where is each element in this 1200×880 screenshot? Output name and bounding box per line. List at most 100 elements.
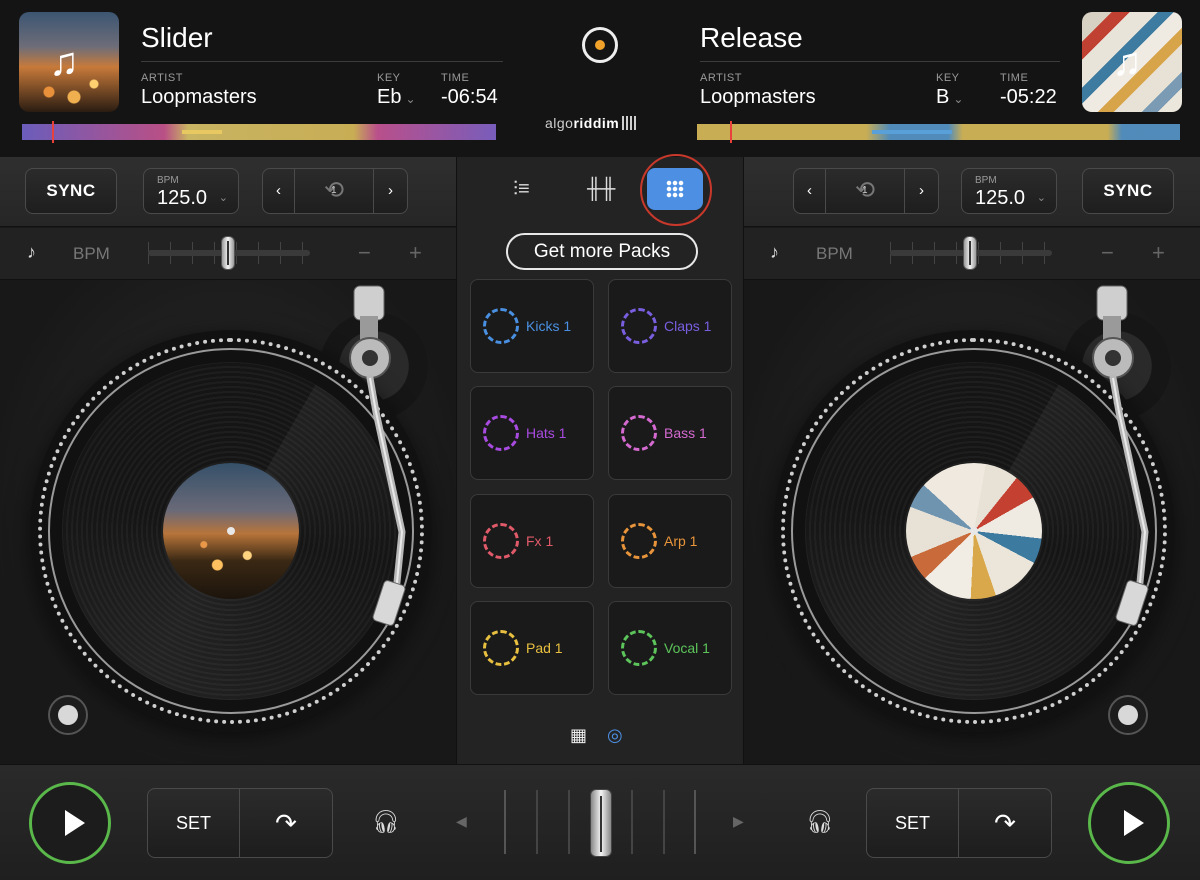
right-key-value: B [936,86,950,108]
music-note-icon[interactable]: ♪ [27,242,36,263]
left-key-select[interactable]: Eb ⌄ [377,86,416,109]
right-pitch-slider-thumb[interactable] [963,236,977,270]
chevron-down-icon: ⌄ [953,92,964,106]
top-bar: ♫ Slider ARTIST Loopmasters KEY Eb ⌄ TIME… [0,0,1200,157]
left-loop-button[interactable]: ⟲ 1 [295,169,373,213]
left-cue-group: SET ↷ [147,788,333,858]
bottom-bar: SET ↷ 🎧︎ ◀ ▶ 🎧︎ SET ↷ [0,764,1200,880]
left-bpm-select[interactable]: BPM 125.0 ⌄ [143,168,239,214]
sample-pad[interactable]: Pad 1 [470,601,594,695]
right-cue-group: SET ↷ [866,788,1052,858]
right-waveform[interactable] [697,121,1180,143]
right-key-label: KEY [936,72,960,84]
chevron-down-icon: ⌄ [405,92,416,106]
crossfader-tick [631,790,633,854]
crossfader-tick [536,790,538,854]
right-play-button[interactable] [1088,782,1170,864]
algoriddim-logo: algoriddim [545,115,639,131]
right-loop-next-button[interactable]: › [904,169,938,213]
crossfader-tick [663,790,665,854]
right-pitch-minus-button[interactable]: − [1101,240,1114,266]
right-sync-button[interactable]: SYNC [1082,168,1174,214]
pad-label: Kicks 1 [526,318,572,334]
sample-pad[interactable]: Fx 1 [470,494,594,588]
left-time-label: TIME [441,72,470,84]
left-pitch-minus-button[interactable]: − [358,240,371,266]
right-headphones-icon[interactable]: 🎧︎ [806,809,834,835]
sample-pad[interactable]: Claps 1 [608,279,732,373]
right-pitch-label: BPM [816,244,853,263]
left-artist-label: ARTIST [141,72,183,84]
left-loop-prev-button[interactable]: ‹ [263,169,295,213]
pads-grid-icon[interactable]: ▦ [570,725,587,746]
sample-pad[interactable]: Arp 1 [608,494,732,588]
left-title-divider [141,61,503,62]
sample-pad[interactable]: Hats 1 [470,386,594,480]
get-more-packs-button[interactable]: Get more Packs [506,233,698,270]
right-cue-return-button[interactable]: ↷ [959,789,1051,857]
pad-label: Claps 1 [664,318,712,334]
left-waveform[interactable] [22,121,496,143]
right-bpm-select[interactable]: BPM 125.0 ⌄ [961,168,1057,214]
right-set-button[interactable]: SET [867,789,959,857]
right-key-select[interactable]: B ⌄ [936,86,963,109]
left-key-value: Eb [377,86,402,108]
pad-ring-icon [483,415,519,451]
crossfader-left-arrow-icon[interactable]: ◀ [456,813,467,830]
right-tonearm[interactable] [1073,282,1183,642]
right-time-label: TIME [1000,72,1029,84]
right-album-art[interactable]: ♫ [1082,12,1182,112]
right-track-title: Release [700,22,803,53]
left-spindle [227,527,235,535]
record-icon [595,40,605,50]
crossfader-thumb[interactable] [590,789,612,857]
record-button[interactable] [582,27,618,63]
right-loop-prev-button[interactable]: ‹ [794,169,826,213]
pads-mode-button[interactable] [647,168,703,210]
left-play-button[interactable] [29,782,111,864]
left-loop-next-button[interactable]: › [373,169,407,213]
left-tonearm[interactable] [330,282,440,642]
left-pitch-label: BPM [73,244,110,263]
left-sync-button[interactable]: SYNC [25,168,117,214]
sample-pad[interactable]: Bass 1 [608,386,732,480]
mixer-icon[interactable]: ⫶≡ [513,178,530,201]
cue-return-icon: ↷ [994,808,1016,838]
left-album-art[interactable]: ♫ [19,12,119,112]
right-bpm-value: 125.0 [975,187,1026,209]
left-headphones-icon[interactable]: 🎧︎ [372,809,400,835]
pad-label: Pad 1 [526,640,563,656]
pad-label: Arp 1 [664,533,698,549]
right-spindle [970,527,978,535]
left-pitch-plus-button[interactable]: + [409,240,422,266]
right-loop-control: ‹ ⟲ 1 › [793,168,939,214]
left-deck-option-button[interactable] [48,695,88,735]
left-bpm-value: 125.0 [157,187,208,209]
right-deck-option-button[interactable] [1108,695,1148,735]
left-key-label: KEY [377,72,401,84]
left-pitch-slider-thumb[interactable] [221,236,235,270]
left-cue-return-button[interactable]: ↷ [240,789,332,857]
left-time: -06:54 [441,86,498,108]
crossfader-tick [694,790,696,854]
pad-label: Vocal 1 [664,640,710,656]
right-loop-button[interactable]: ⟲ 1 [826,169,904,213]
crossfader-tick [568,790,570,854]
pad-ring-icon [621,630,657,666]
right-artist: Loopmasters [700,86,816,108]
left-set-button[interactable]: SET [148,789,240,857]
music-note-icon: ♫ [49,40,79,84]
left-pitch-row: ♪ BPM − + [0,228,456,280]
music-note-icon[interactable]: ♪ [770,242,779,263]
waveform-icon[interactable]: ╫╫ [587,178,615,201]
crossfader-right-arrow-icon[interactable]: ▶ [733,813,744,830]
sample-pad[interactable]: Kicks 1 [470,279,594,373]
sequencer-play-icon[interactable]: ◎ [607,725,623,746]
right-loop-size: 1 [862,185,868,196]
sample-pad[interactable]: Vocal 1 [608,601,732,695]
left-track-title: Slider [141,22,213,53]
left-loop-size: 1 [331,185,337,196]
right-pitch-plus-button[interactable]: + [1152,240,1165,266]
music-note-icon: ♫ [1112,40,1142,84]
left-bpm-label: BPM [157,175,179,186]
